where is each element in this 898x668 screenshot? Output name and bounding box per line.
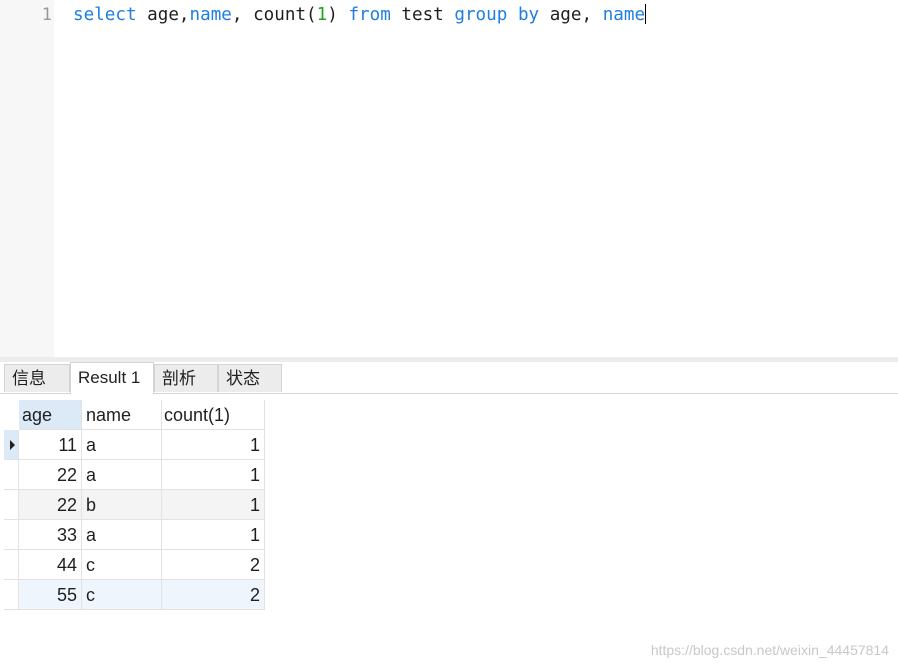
line-number: 1 xyxy=(41,5,52,25)
code-text: , count( xyxy=(231,5,317,25)
cell-count[interactable]: 1 xyxy=(162,520,265,550)
row-indicator[interactable] xyxy=(4,490,19,520)
current-row-arrow-icon xyxy=(10,440,15,450)
code-text: test xyxy=(390,5,455,25)
cell-age[interactable]: 22 xyxy=(19,460,82,490)
keyword-from: from xyxy=(348,5,391,25)
cell-name[interactable]: a xyxy=(82,430,162,460)
cell-name[interactable]: a xyxy=(82,460,162,490)
watermark: https://blog.csdn.net/weixin_44457814 xyxy=(650,642,889,658)
cell-count[interactable]: 1 xyxy=(162,430,265,460)
cell-count[interactable]: 2 xyxy=(162,580,265,610)
column-header-count[interactable]: count(1) xyxy=(162,400,265,430)
cell-name[interactable]: b xyxy=(82,490,162,520)
sql-editor[interactable]: 1 select age,name, count(1) from test gr… xyxy=(0,0,898,357)
cell-age[interactable]: 33 xyxy=(19,520,82,550)
keyword-by: by xyxy=(517,5,540,25)
cell-count[interactable]: 1 xyxy=(162,460,265,490)
sql-code-line[interactable]: select age,name, count(1) from test grou… xyxy=(73,4,647,25)
code-text: age, xyxy=(136,5,190,25)
cell-name[interactable]: c xyxy=(82,580,162,610)
line-number-gutter: 1 xyxy=(0,0,54,357)
row-indicator[interactable] xyxy=(4,430,19,460)
keyword-name: name xyxy=(189,5,232,25)
column-header-name[interactable]: name xyxy=(82,400,162,430)
code-text: ) xyxy=(327,5,349,25)
result-tabbar: 信息 Result 1 剖析 状态 xyxy=(0,362,898,394)
code-text: age, xyxy=(539,5,603,25)
cell-name[interactable]: c xyxy=(82,550,162,580)
cell-count[interactable]: 2 xyxy=(162,550,265,580)
row-indicator[interactable] xyxy=(4,460,19,490)
tab-result-1[interactable]: Result 1 xyxy=(70,362,154,394)
keyword-select: select xyxy=(73,5,137,25)
cell-name[interactable]: a xyxy=(82,520,162,550)
cell-age[interactable]: 44 xyxy=(19,550,82,580)
keyword-name: name xyxy=(602,5,646,25)
cell-count[interactable]: 1 xyxy=(162,490,265,520)
tab-profile[interactable]: 剖析 xyxy=(154,364,218,392)
cell-age[interactable]: 22 xyxy=(19,490,82,520)
cell-age[interactable]: 55 xyxy=(19,580,82,610)
row-indicator[interactable] xyxy=(4,580,19,610)
keyword-group: group xyxy=(454,5,508,25)
column-header-age[interactable]: age xyxy=(19,400,82,430)
number-literal: 1 xyxy=(316,5,328,25)
text-caret xyxy=(645,4,647,24)
cell-age[interactable]: 11 xyxy=(19,430,82,460)
tab-info[interactable]: 信息 xyxy=(4,364,70,392)
row-indicator[interactable] xyxy=(4,520,19,550)
row-indicator[interactable] xyxy=(4,550,19,580)
tab-status[interactable]: 状态 xyxy=(218,364,282,392)
